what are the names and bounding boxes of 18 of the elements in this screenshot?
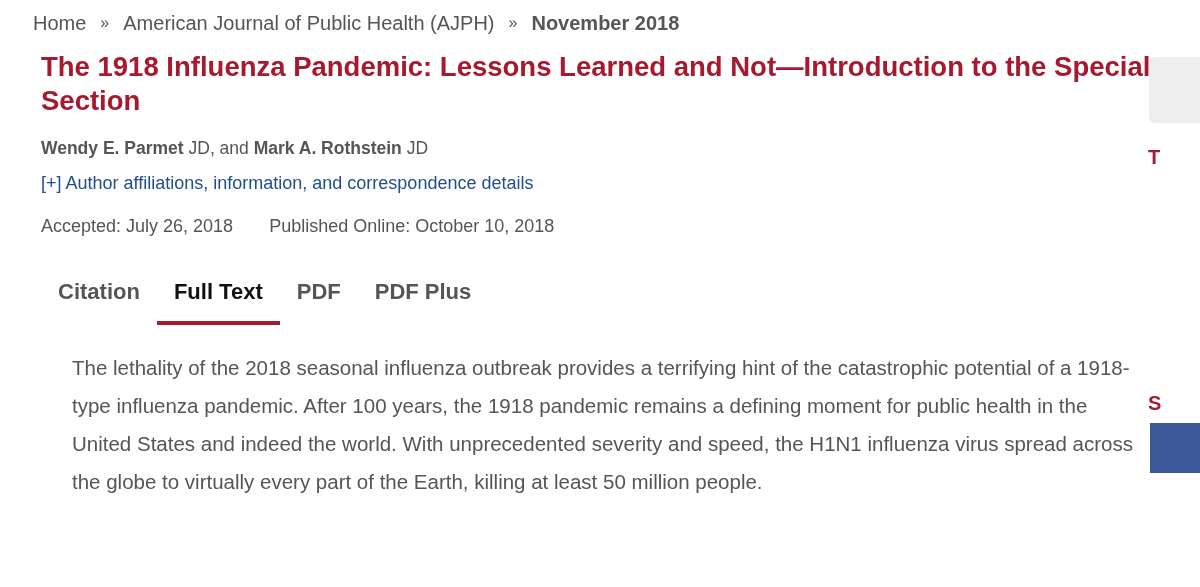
published-date: Published Online: October 10, 2018 [269, 216, 555, 237]
sidebar-heading: S [1148, 391, 1163, 415]
breadcrumb-link[interactable]: Home [33, 11, 87, 35]
sidebar-heading: T [1148, 145, 1162, 169]
affiliations-link[interactable]: [+] Author affiliations, information, and correspondence details [41, 173, 534, 194]
article-tab[interactable]: Full Text [156, 267, 280, 325]
accepted-date: Accepted: July 26, 2018 [41, 216, 234, 237]
breadcrumb-separator: » [100, 14, 110, 32]
breadcrumb-separator: » [508, 14, 518, 32]
sidebar-button[interactable] [1150, 423, 1200, 473]
breadcrumb-link[interactable]: November 2018 [531, 11, 680, 35]
article-paragraph: The lethality of the 2018 seasonal influenza outbreak provides a terrifying hint of the catastrophic potential of a 1918-type influenza pandemic. After 100 years, the 1918 pandemic remains a defining moment for public health in the United States and indeed the world. With unprecedented severity and speed, the H1N1 influenza virus spread across the globe to virtually every part of the Earth, killing at least 50 million people. [72, 355, 1134, 495]
breadcrumb-link[interactable]: American Journal of Public Health (AJPH) [123, 11, 495, 35]
article-tab[interactable]: PDF Plus [357, 267, 489, 325]
article-tab[interactable]: Citation [41, 267, 157, 325]
author-list: Wendy E. Parmet JD, and Mark A. Rothstein JD [41, 138, 1148, 159]
article-title: The 1918 Influenza Pandemic: Lessons Learned and Not—Introduction to the Special Section [41, 50, 1152, 118]
article-tab[interactable]: PDF [279, 267, 358, 325]
